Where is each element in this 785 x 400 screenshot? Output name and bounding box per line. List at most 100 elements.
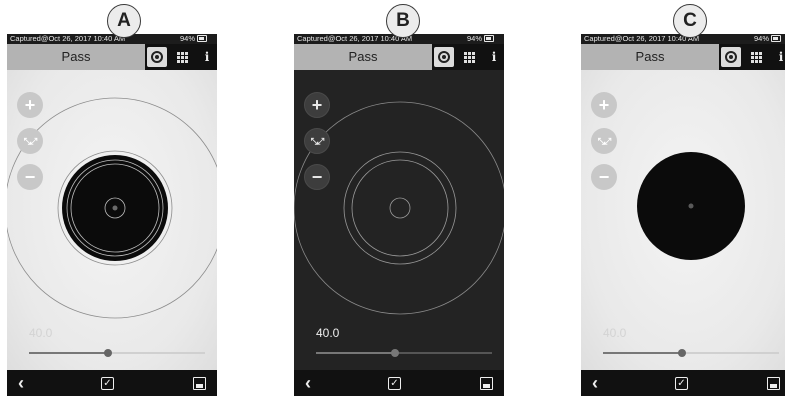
grid-cell	[472, 60, 475, 63]
target-dot	[442, 55, 446, 59]
grid-cell	[185, 52, 188, 55]
battery-icon	[771, 34, 781, 42]
info-icon[interactable]: i	[771, 47, 785, 67]
title-bar: Pass i	[7, 44, 217, 70]
zoom-in-button[interactable]: +	[304, 92, 330, 118]
bottom-bar: ‹ ✓	[7, 370, 217, 396]
grid-cell	[177, 52, 180, 55]
fiber-image-view[interactable]: + ⤡⤢ − 40.0	[581, 70, 785, 370]
panel-label-badge: A	[107, 4, 141, 38]
check-icon[interactable]: ✓	[388, 377, 401, 390]
grid-view-icon[interactable]	[747, 47, 767, 67]
panel-label-badge: C	[673, 4, 707, 38]
target-view-icon[interactable]	[147, 47, 167, 67]
phone-screen: Captured@Oct 26, 2017 10:40 AM 94% Pass …	[581, 34, 785, 396]
grid-cell	[751, 52, 754, 55]
slider-fill	[603, 352, 683, 354]
title-bar: Pass i	[294, 44, 504, 70]
save-icon[interactable]	[193, 377, 206, 390]
grid-cell	[468, 56, 471, 59]
zone-overlay	[294, 101, 504, 315]
grid-cell	[181, 60, 184, 63]
core-zone-ring	[389, 197, 411, 219]
inner-zone-ring	[351, 159, 449, 257]
battery-level: 94%	[753, 34, 769, 43]
save-icon[interactable]	[480, 377, 493, 390]
zoom-in-button[interactable]: +	[17, 92, 43, 118]
fit-to-screen-button[interactable]: ⤡⤢	[304, 128, 330, 154]
back-icon[interactable]: ‹	[11, 370, 31, 396]
grid-cell	[751, 60, 754, 63]
overlay-view[interactable]: + ⤡⤢ − 40.0	[294, 70, 504, 370]
zoom-in-button[interactable]: +	[591, 92, 617, 118]
brightness-slider[interactable]	[603, 349, 779, 357]
fiber-image-view[interactable]: + ⤡⤢ − 40.0	[7, 70, 217, 370]
grid-cell	[177, 60, 180, 63]
panel-c: C Captured@Oct 26, 2017 10:40 AM 94% Pas…	[581, 0, 785, 400]
back-icon[interactable]: ‹	[298, 370, 318, 396]
info-icon[interactable]: i	[197, 47, 217, 67]
slider-fill	[29, 352, 109, 354]
panel-b: B Captured@Oct 26, 2017 10:40 AM 94% Pas…	[294, 0, 504, 400]
zoom-out-button[interactable]: −	[591, 164, 617, 190]
grid-cell	[181, 56, 184, 59]
target-view-icon[interactable]	[434, 47, 454, 67]
panel-a: A Captured@Oct 26, 2017 10:40 AM 94% Pas…	[7, 0, 217, 400]
back-icon[interactable]: ‹	[585, 370, 605, 396]
bottom-bar: ‹ ✓	[294, 370, 504, 396]
grid-cell	[464, 52, 467, 55]
zoom-out-button[interactable]: −	[17, 164, 43, 190]
brightness-slider[interactable]	[316, 349, 492, 357]
status-bar: Captured@Oct 26, 2017 10:40 AM 94%	[7, 34, 217, 44]
fiber-image	[7, 97, 217, 319]
slider-fill	[316, 352, 396, 354]
phone-screen: Captured@Oct 26, 2017 10:40 AM 94% Pass …	[7, 34, 217, 396]
battery-icon	[484, 34, 494, 42]
grid-cell	[468, 60, 471, 63]
grid-cell	[755, 56, 758, 59]
slider-value: 40.0	[603, 326, 627, 340]
grid-cell	[468, 52, 471, 55]
fit-to-screen-button[interactable]: ⤡⤢	[17, 128, 43, 154]
grid-view-icon[interactable]	[173, 47, 193, 67]
battery-indicator: 94%	[754, 34, 781, 44]
fiber-core	[112, 205, 118, 211]
battery-indicator: 94%	[467, 34, 494, 44]
battery-level: 94%	[466, 34, 482, 43]
phone-screen: Captured@Oct 26, 2017 10:40 AM 94% Pass …	[294, 34, 504, 396]
fit-to-screen-button[interactable]: ⤡⤢	[591, 128, 617, 154]
zoom-out-button[interactable]: −	[304, 164, 330, 190]
check-icon[interactable]: ✓	[101, 377, 114, 390]
target-view-icon[interactable]	[721, 47, 741, 67]
grid-cell	[759, 52, 762, 55]
toolbar: i	[719, 44, 785, 70]
check-icon[interactable]: ✓	[675, 377, 688, 390]
grid-cell	[464, 60, 467, 63]
grid-cell	[751, 56, 754, 59]
grid-cell	[759, 60, 762, 63]
target-dot	[155, 55, 159, 59]
grid-cell	[464, 56, 467, 59]
info-icon[interactable]: i	[484, 47, 504, 67]
grid-cell	[472, 56, 475, 59]
grid-cell	[755, 60, 758, 63]
bottom-bar: ‹ ✓	[581, 370, 785, 396]
result-title: Pass	[294, 44, 432, 70]
grid-cell	[185, 60, 188, 63]
target-dot	[729, 55, 733, 59]
battery-indicator: 94%	[180, 34, 207, 44]
panel-label-badge: B	[386, 4, 420, 38]
save-icon[interactable]	[767, 377, 780, 390]
grid-cell	[755, 52, 758, 55]
result-title: Pass	[581, 44, 719, 70]
slider-value: 40.0	[316, 326, 340, 340]
cladding-zone-ring	[343, 151, 457, 265]
grid-cell	[472, 52, 475, 55]
grid-cell	[177, 56, 180, 59]
grid-view-icon[interactable]	[460, 47, 480, 67]
capture-timestamp: Captured@Oct 26, 2017 10:40 AM	[10, 34, 126, 43]
toolbar: i	[432, 44, 504, 70]
grid-cell	[185, 56, 188, 59]
brightness-slider[interactable]	[29, 349, 205, 357]
battery-icon	[197, 34, 207, 42]
